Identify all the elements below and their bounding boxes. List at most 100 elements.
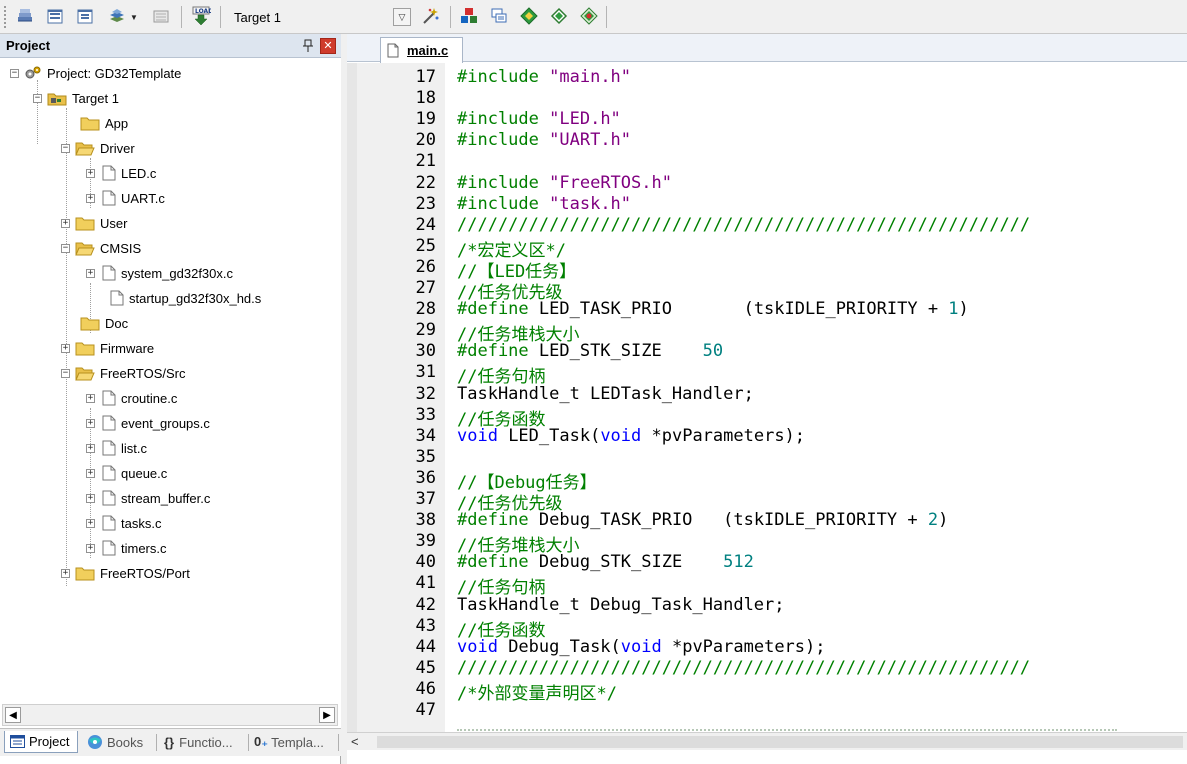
line-number: 45 (415, 657, 436, 678)
line-number: 37 (415, 489, 436, 509)
line-number: 19 (415, 109, 436, 130)
tree-node-file[interactable]: + croutine.c (86, 387, 177, 409)
editor-tab-bar: main.c (347, 34, 1187, 63)
tree-node-file[interactable]: startup_gd32f30x_hd.s (110, 287, 261, 309)
tree-node-file[interactable]: + list.c (86, 437, 147, 459)
toolbar-grip[interactable] (4, 6, 6, 28)
stop-build-icon[interactable] (150, 5, 172, 27)
pack-installer-icon[interactable] (488, 5, 510, 27)
tree-node-file[interactable]: + event_groups.c (86, 412, 210, 434)
collapse-icon[interactable]: − (61, 368, 70, 378)
expand-icon[interactable]: + (86, 268, 95, 278)
expand-icon[interactable]: + (86, 493, 95, 503)
collapse-icon[interactable]: − (33, 93, 42, 103)
tree-node-file[interactable]: + timers.c (86, 537, 167, 559)
folder-icon (80, 316, 100, 331)
functions-icon: {} (164, 734, 175, 750)
code-line: #include "FreeRTOS.h" (457, 172, 672, 193)
tree-node-file[interactable]: + queue.c (86, 462, 167, 484)
batch-build-icon[interactable] (106, 5, 128, 27)
rebuild-icon[interactable] (74, 5, 96, 27)
code-editor[interactable]: #include "main.h" #include "LED.h" #includ… (445, 63, 1187, 736)
tree-node-project[interactable]: − Project: GD32Template (10, 62, 181, 84)
project-tree-scrollbar[interactable]: ◀ ▶ (2, 704, 338, 726)
collapse-icon[interactable]: − (10, 68, 19, 78)
tree-node-file[interactable]: + system_gd32f30x.c (86, 262, 233, 284)
code-line: #define LED_STK_SIZE 50 (457, 341, 724, 362)
scroll-left-icon[interactable]: < (351, 734, 359, 749)
collapse-icon[interactable]: − (61, 243, 70, 253)
tree-node-folder[interactable]: Doc (80, 312, 128, 334)
expand-icon[interactable]: + (86, 393, 95, 403)
tab-main-c[interactable]: main.c (380, 37, 463, 63)
expand-icon[interactable]: + (61, 568, 70, 578)
collapse-icon[interactable]: − (61, 143, 70, 153)
line-number: 22 (415, 172, 436, 193)
expand-icon[interactable]: + (86, 468, 95, 478)
editor-horizontal-scrollbar[interactable]: < (347, 732, 1187, 750)
file-icon (102, 165, 116, 181)
expand-icon[interactable]: + (61, 218, 70, 228)
folder-open-icon (75, 241, 95, 256)
expand-icon[interactable]: + (86, 543, 95, 553)
line-number: 27 (415, 278, 436, 298)
code-line: #include "UART.h" (457, 130, 632, 151)
close-icon[interactable]: ✕ (320, 38, 336, 54)
line-number: 39 (415, 531, 436, 552)
manage-components-icon[interactable] (458, 5, 480, 27)
tree-node-folder[interactable]: + Firmware (61, 337, 154, 359)
select-device-icon[interactable] (518, 5, 540, 27)
tree-node-folder[interactable]: − Driver (61, 137, 135, 159)
line-number: 30 (415, 341, 436, 362)
tree-node-file[interactable]: + UART.c (86, 187, 165, 209)
download-icon[interactable]: LOAD (190, 5, 212, 27)
tree-node-folder[interactable]: + FreeRTOS/Port (61, 562, 190, 584)
expand-icon[interactable]: + (86, 168, 95, 178)
code-line: TaskHandle_t LEDTask_Handler; (457, 383, 754, 404)
folder-icon (75, 216, 95, 231)
tab-books[interactable]: Books (86, 731, 143, 753)
file-icon (102, 390, 116, 406)
build-all-icon[interactable] (14, 5, 36, 27)
tree-node-folder[interactable]: − CMSIS (61, 237, 141, 259)
tab-templates[interactable]: 0₊ Templa... (254, 731, 324, 753)
scroll-right-icon[interactable]: ▶ (319, 707, 335, 723)
target-select[interactable]: Target 1 (226, 6, 384, 28)
tree-node-folder[interactable]: − FreeRTOS/Src (61, 362, 185, 384)
breakpoint-margin[interactable] (347, 63, 357, 736)
expand-icon[interactable]: + (86, 418, 95, 428)
tab-project[interactable]: Project (4, 731, 78, 753)
tree-node-folder[interactable]: App (80, 112, 128, 134)
run-icon[interactable] (578, 5, 600, 27)
tree-node-label: CMSIS (100, 240, 142, 256)
project-panel: Project ✕ − Project: GD32Template − Targ… (0, 34, 341, 764)
batch-build-dropdown-icon[interactable]: ▼ (130, 13, 138, 22)
expand-icon[interactable]: + (86, 193, 95, 203)
options-for-target-icon[interactable] (420, 5, 442, 27)
tree-node-label: croutine.c (121, 390, 178, 406)
expand-icon[interactable]: + (86, 518, 95, 528)
tab-functions[interactable]: {} Functio... (164, 731, 233, 753)
line-number: 25 (415, 235, 436, 256)
tree-node-target[interactable]: − Target 1 (33, 87, 119, 109)
expand-icon[interactable]: + (61, 343, 70, 353)
scroll-left-icon[interactable]: ◀ (5, 707, 21, 723)
tree-node-label: Driver (100, 140, 135, 156)
target-dropdown-button[interactable]: ▽ (393, 8, 411, 26)
tree-node-file[interactable]: + tasks.c (86, 512, 161, 534)
file-icon (102, 490, 116, 506)
file-icon (102, 190, 116, 206)
tree-node-file[interactable]: + LED.c (86, 162, 156, 184)
code-line: #define Debug_TASK_PRIO (tskIDLE_PRIORIT… (457, 510, 949, 531)
tree-node-file[interactable]: + stream_buffer.c (86, 487, 210, 509)
translate-icon[interactable] (44, 5, 66, 27)
scrollbar-thumb[interactable] (377, 736, 1183, 748)
tree-node-label: Project: GD32Template (47, 65, 182, 81)
tree-node-folder[interactable]: + User (61, 212, 127, 234)
expand-icon[interactable]: + (86, 443, 95, 453)
project-panel-title: Project (6, 38, 51, 53)
svg-text:LOAD: LOAD (195, 8, 211, 15)
line-number: 20 (415, 130, 436, 151)
pin-icon[interactable] (302, 39, 314, 53)
magic-wand-icon[interactable] (548, 5, 570, 27)
